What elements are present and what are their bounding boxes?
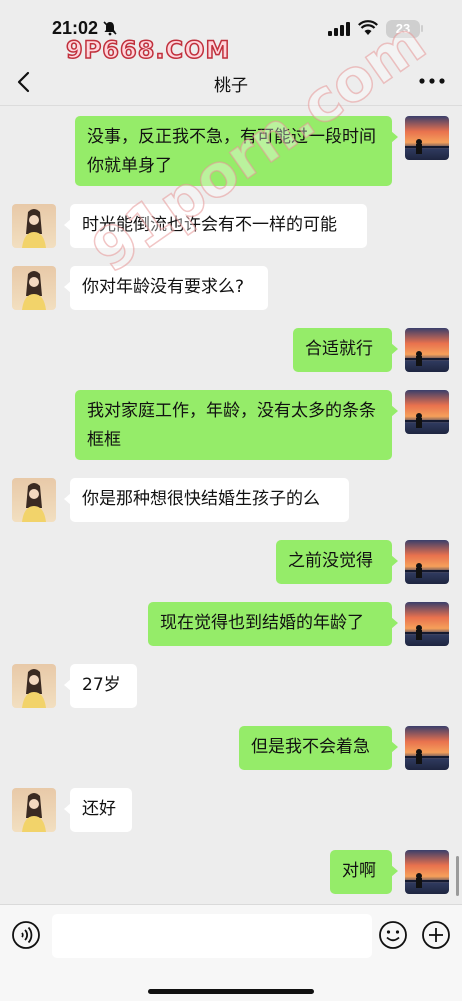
avatar-contact[interactable] [12, 664, 56, 708]
battery-level: 23 [395, 21, 411, 36]
message-bubble-received[interactable]: 时光能倒流也许会有不一样的可能 [64, 204, 367, 248]
battery-cap [421, 25, 423, 32]
signal-icon [328, 22, 350, 36]
wifi-icon [358, 20, 378, 35]
message-bubble-sent[interactable]: 现在觉得也到结婚的年龄了 [148, 602, 398, 646]
message-bubble-sent[interactable]: 但是我不会着急 [239, 726, 398, 770]
avatar-self[interactable] [405, 328, 449, 372]
message-bubble-received[interactable]: 你是那种想很快结婚生孩子的么 [64, 478, 349, 522]
message-bubble-received[interactable]: 27岁 [64, 664, 137, 708]
input-bar [0, 904, 462, 1001]
message-bubble-sent[interactable]: 我对家庭工作，年龄，没有太多的条条框框 [75, 390, 398, 460]
message-bubble-sent[interactable]: 合适就行 [293, 328, 398, 372]
avatar-self[interactable] [405, 116, 449, 160]
avatar-self[interactable] [405, 540, 449, 584]
message-bubble-sent[interactable]: 对啊 [330, 850, 398, 894]
bell-off-icon [103, 21, 117, 36]
avatar-contact[interactable] [12, 788, 56, 832]
emoji-icon[interactable] [378, 920, 408, 950]
chat-title: 桃子 [214, 76, 248, 96]
avatar-self[interactable] [405, 602, 449, 646]
chat-header: 桃子 [0, 60, 462, 106]
scrollbar[interactable] [456, 856, 459, 896]
message-bubble-received[interactable]: 还好 [64, 788, 132, 832]
voice-icon[interactable] [11, 920, 41, 950]
message-bubble-sent[interactable]: 之前没觉得 [276, 540, 398, 584]
avatar-self[interactable] [405, 726, 449, 770]
avatar-contact[interactable] [12, 204, 56, 248]
avatar-contact[interactable] [12, 266, 56, 310]
avatar-contact[interactable] [12, 478, 56, 522]
avatar-self[interactable] [405, 390, 449, 434]
avatar-self[interactable] [405, 850, 449, 894]
message-bubble-sent[interactable]: 没事，反正我不急，有可能过一段时间你就单身了 [75, 116, 398, 186]
message-bubble-received[interactable]: 你对年龄没有要求么? [64, 266, 268, 310]
header-divider [0, 105, 462, 106]
more-dots-icon[interactable] [418, 76, 446, 86]
status-bar: 21:02 9P668.COM 23 [0, 0, 462, 65]
plus-icon[interactable] [421, 920, 451, 950]
home-indicator [148, 989, 314, 994]
battery-icon: 23 [386, 20, 420, 38]
message-input[interactable] [52, 914, 372, 958]
